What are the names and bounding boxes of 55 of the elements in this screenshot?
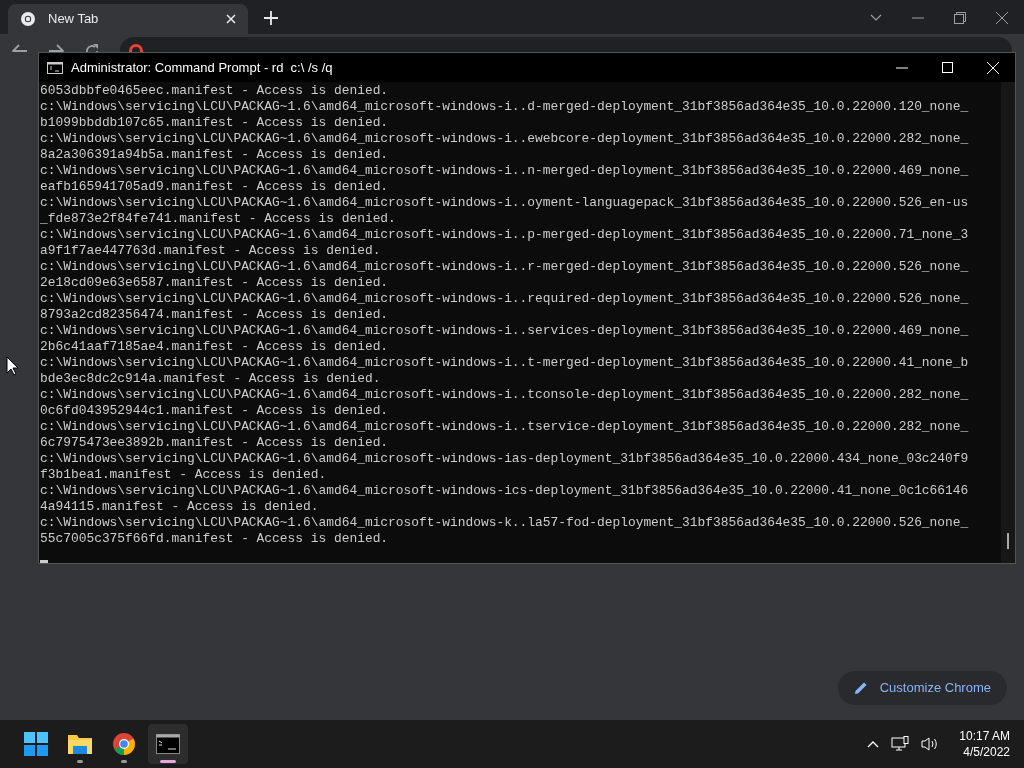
console-line: c:\Windows\servicing\LCU\PACKAG~1.6\amd64_microsoft-windows-i..t-merged-deployment_31bf3856ad364e35_10.0.22000.41_none_b (40, 355, 970, 371)
console-line: c:\Windows\servicing\LCU\PACKAG~1.6\amd64_microsoft-windows-i..oyment-languagepack_31bf3856ad364e35_10.0.22000.526_en-us (40, 195, 970, 211)
scrollbar-thumb[interactable] (1007, 533, 1009, 549)
console-line: c:\Windows\servicing\LCU\PACKAG~1.6\amd64_microsoft-windows-i..services-deployment_31bf3856ad364e35_10.0.22000.469_none_ (40, 323, 970, 339)
mouse-pointer-icon (6, 356, 19, 376)
console-line: 2e18cd09e63e6587.manifest - Access is denied. (40, 275, 390, 291)
console-line: c:\Windows\servicing\LCU\PACKAG~1.6\amd64_microsoft-windows-i..required-deployment_31bf3856ad364e35_10.0.22000.526_none_ (40, 291, 970, 307)
close-icon[interactable] (996, 12, 1008, 24)
console-line: c:\Windows\servicing\LCU\PACKAG~1.6\amd64_microsoft-windows-i..tconsole-deployment_31bf3856ad364e35_10.0.22000.282_none_ (40, 387, 970, 403)
network-icon[interactable] (891, 736, 910, 752)
new-tab-icon[interactable] (264, 11, 278, 25)
speaker-icon[interactable] (921, 736, 940, 752)
console-line: c:\Windows\servicing\LCU\PACKAG~1.6\amd64_microsoft-windows-ias-deployment_31bf3856ad364e35_10.0.22000.434_none_03c240f9 (40, 451, 970, 467)
console-line: a9f1f7ae447763d.manifest - Access is denied. (40, 243, 382, 259)
console-line: c:\Windows\servicing\LCU\PACKAG~1.6\amd64_microsoft-windows-i..ewebcore-deployment_31bf3856ad364e35_10.0.22000.282_none_ (40, 131, 970, 147)
chrome-logo-icon (20, 11, 36, 27)
console-line: c:\Windows\servicing\LCU\PACKAG~1.6\amd64_microsoft-windows-ics-deployment_31bf3856ad364e35_10.0.22000.41_none_0c1c66146 (40, 483, 970, 499)
console-line: 8793a2cd82356474.manifest - Access is denied. (40, 307, 390, 323)
console-line: c:\Windows\servicing\LCU\PACKAG~1.6\amd64_microsoft-windows-i..r-merged-deployment_31bf3856ad364e35_10.0.22000.526_none_ (40, 259, 970, 275)
window-title: Administrator: Command Prompt - rd c:\ /s /q (71, 58, 334, 77)
console-line: f3b1bea1.manifest - Access is denied. (40, 467, 328, 483)
chrome-logo-icon (112, 732, 136, 756)
customize-chrome-button[interactable]: Customize Chrome (837, 671, 1007, 705)
console-line: bde3ec8dc2c914a.manifest - Access is denied. (40, 371, 382, 387)
scrollbar[interactable] (1001, 82, 1015, 563)
console-line: 2b6c41aaf7185ae4.manifest - Access is denied. (40, 339, 390, 355)
console-line: c:\Windows\servicing\LCU\PACKAG~1.6\amd64_microsoft-windows-k..la57-fod-deployment_31bf3856ad364e35_10.0.22000.526_none_ (40, 515, 970, 531)
console-line: c:\Windows\servicing\LCU\PACKAG~1.6\amd64_microsoft-windows-i..tservice-deployment_31bf3856ad364e35_10.0.22000.282_none_ (40, 419, 970, 435)
console-line: c:\Windows\servicing\LCU\PACKAG~1.6\amd64_microsoft-windows-i..d-merged-deployment_31bf3856ad364e35_10.0.22000.120_none_ (40, 99, 970, 115)
console-line: b1099bbddb107c65.manifest - Access is denied. (40, 115, 390, 131)
chevron-up-icon[interactable] (867, 740, 880, 748)
tab-title: New Tab (48, 10, 100, 29)
console-line: eafb165941705ad9.manifest - Access is denied. (40, 179, 390, 195)
console-line: c:\Windows\servicing\LCU\PACKAG~1.6\amd64_microsoft-windows-i..n-merged-deployment_31bf3856ad364e35_10.0.22000.469_none_ (40, 163, 970, 179)
console-line: 6c7975473ee3892b.manifest - Access is denied. (40, 435, 390, 451)
windows-logo-icon (24, 732, 48, 756)
restore-icon[interactable] (954, 12, 966, 24)
clock-date[interactable]: 4/5/2022 (963, 744, 1010, 760)
console-line: c:\Windows\servicing\LCU\PACKAG~1.6\amd64_microsoft-windows-i..p-merged-deployment_31bf3856ad364e35_10.0.22000.71_none_3 (40, 227, 970, 243)
text-cursor (40, 560, 48, 563)
tab-search-icon[interactable] (870, 14, 882, 22)
console-line: 0c6fd043952944c1.manifest - Access is denied. (40, 403, 390, 419)
console-line: 4a94115.manifest - Access is denied. (40, 499, 320, 515)
taskbar-app[interactable] (148, 724, 188, 764)
console-line: 8a2a306391a94b5a.manifest - Access is denied. (40, 147, 390, 163)
browser-tab[interactable]: New Tab (8, 4, 248, 34)
console-line: 55c7005c375f66fd.manifest - Access is denied. (40, 531, 390, 547)
maximize-icon[interactable] (942, 62, 953, 73)
console-icon (47, 61, 63, 74)
console-line: _fde873e2f84fe741.manifest - Access is denied. (40, 211, 397, 227)
folder-icon (67, 733, 93, 755)
console-line: 6053dbbfe0465eec.manifest - Access is denied. (40, 83, 390, 99)
console-icon (156, 734, 180, 754)
clock-time[interactable]: 10:17 AM (959, 728, 1010, 744)
pencil-icon (853, 681, 868, 695)
